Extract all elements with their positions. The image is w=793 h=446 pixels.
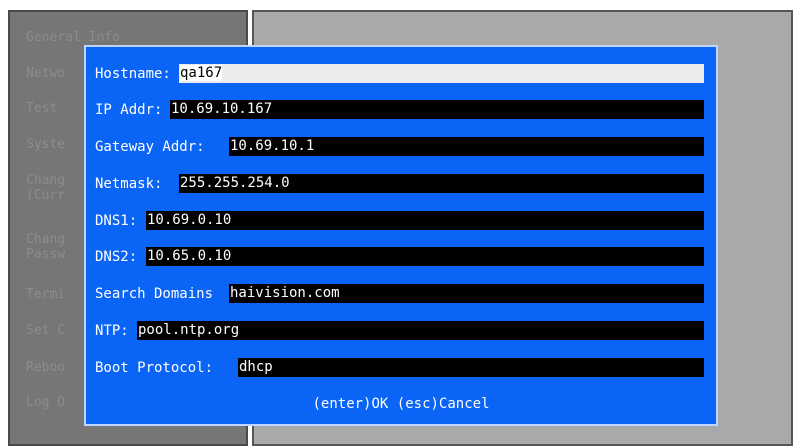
netmask-field[interactable]: 255.255.254.0 bbox=[179, 174, 704, 193]
hostname-label: Hostname: bbox=[95, 66, 180, 82]
netmask-row: Netmask: 255.255.254.0 bbox=[95, 174, 711, 194]
ntp-label: NTP: bbox=[95, 323, 138, 339]
hostname-value: qa167 bbox=[180, 65, 223, 81]
dns2-label: DNS2: bbox=[95, 249, 146, 265]
cancel-button[interactable]: (esc)Cancel bbox=[397, 396, 490, 412]
ntp-field[interactable]: pool.ntp.org bbox=[137, 321, 704, 340]
ip-addr-label: IP Addr: bbox=[95, 102, 171, 118]
search-domains-row: Search Domains haivision.com bbox=[95, 284, 711, 304]
gateway-addr-field[interactable]: 10.69.10.1 bbox=[229, 137, 704, 156]
hostname-row: Hostname: qa167 bbox=[95, 64, 711, 84]
gateway-addr-row: Gateway Addr: 10.69.10.1 bbox=[95, 137, 711, 157]
boot-protocol-field[interactable]: dhcp bbox=[238, 358, 704, 377]
menu-item-system[interactable]: Syste bbox=[26, 137, 65, 152]
ip-addr-row: IP Addr: 10.69.10.167 bbox=[95, 100, 711, 120]
dns1-field[interactable]: 10.69.0.10 bbox=[146, 211, 704, 230]
dialog-footer: (enter)OK (esc)Cancel bbox=[86, 396, 716, 412]
netmask-label: Netmask: bbox=[95, 176, 171, 192]
search-domains-field[interactable]: haivision.com bbox=[229, 284, 704, 303]
menu-item-general-info[interactable]: General Info bbox=[26, 30, 120, 45]
gateway-addr-label: Gateway Addr: bbox=[95, 139, 214, 155]
network-settings-dialog: Hostname: qa167 IP Addr: 10.69.10.167 Ga… bbox=[84, 45, 718, 426]
dns2-field[interactable]: 10.65.0.10 bbox=[146, 247, 704, 266]
menu-item-set-clock[interactable]: Set C bbox=[26, 323, 65, 338]
menu-item-test[interactable]: Test bbox=[26, 101, 57, 116]
menu-item-reboot[interactable]: Reboo bbox=[26, 360, 65, 375]
menu-item-terminal[interactable]: Termi bbox=[26, 287, 65, 302]
ip-addr-field[interactable]: 10.69.10.167 bbox=[170, 100, 704, 119]
dns2-row: DNS2: 10.65.0.10 bbox=[95, 247, 711, 267]
ok-button[interactable]: (enter)OK bbox=[312, 396, 388, 412]
search-domains-label: Search Domains bbox=[95, 286, 214, 302]
boot-protocol-row: Boot Protocol: dhcp bbox=[95, 358, 711, 378]
menu-item-network[interactable]: Netwo bbox=[26, 66, 65, 81]
hostname-field[interactable]: qa167 bbox=[179, 64, 704, 83]
boot-protocol-label: Boot Protocol: bbox=[95, 360, 222, 376]
menu-item-change-password[interactable]: Chang Passw bbox=[26, 232, 65, 262]
menu-item-change-current[interactable]: Chang (Curr bbox=[26, 173, 65, 203]
ntp-row: NTP: pool.ntp.org bbox=[95, 321, 711, 341]
menu-item-log-out[interactable]: Log O bbox=[26, 395, 65, 410]
dns1-label: DNS1: bbox=[95, 213, 146, 229]
dns1-row: DNS1: 10.69.0.10 bbox=[95, 211, 711, 231]
